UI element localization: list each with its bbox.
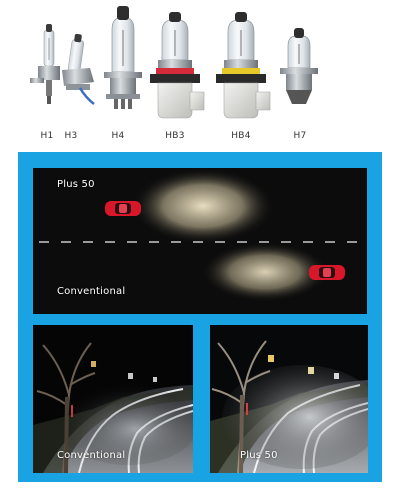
bulb-h3-image (62, 33, 95, 105)
beam-comparison-panel: Plus 50 Conventional (33, 168, 367, 314)
bulb-label-h3: H3 (64, 131, 78, 141)
plus50-beam (131, 168, 275, 244)
road-scene-plus50 (210, 325, 368, 473)
label-conventional: Conventional (57, 286, 126, 297)
bulb-lineup: H1 H3 H4 HB3 HB4 H7 (0, 0, 400, 150)
bulb-label-hb4: HB4 (231, 131, 251, 141)
car-plus50 (105, 201, 141, 216)
road-photo-plus50: Plus 50 (210, 325, 368, 473)
bulb-label-h7: H7 (293, 131, 307, 141)
bulb-label-hb3: HB3 (165, 131, 185, 141)
lane-markings (39, 241, 357, 243)
bulb-hb4-image (216, 12, 271, 119)
label-plus50: Plus 50 (57, 179, 95, 190)
bulb-h4-image (104, 6, 142, 109)
road-photo-conventional: Conventional (33, 325, 193, 473)
bulb-hb3-image (150, 12, 205, 119)
bulb-label-h4: H4 (111, 131, 125, 141)
caption-plus50: Plus 50 (240, 450, 278, 461)
caption-conventional: Conventional (57, 450, 126, 461)
bulb-h1-image (30, 24, 60, 104)
bulb-h7-image (280, 28, 318, 104)
car-conventional (309, 265, 345, 280)
bulb-illustrations (30, 6, 318, 119)
